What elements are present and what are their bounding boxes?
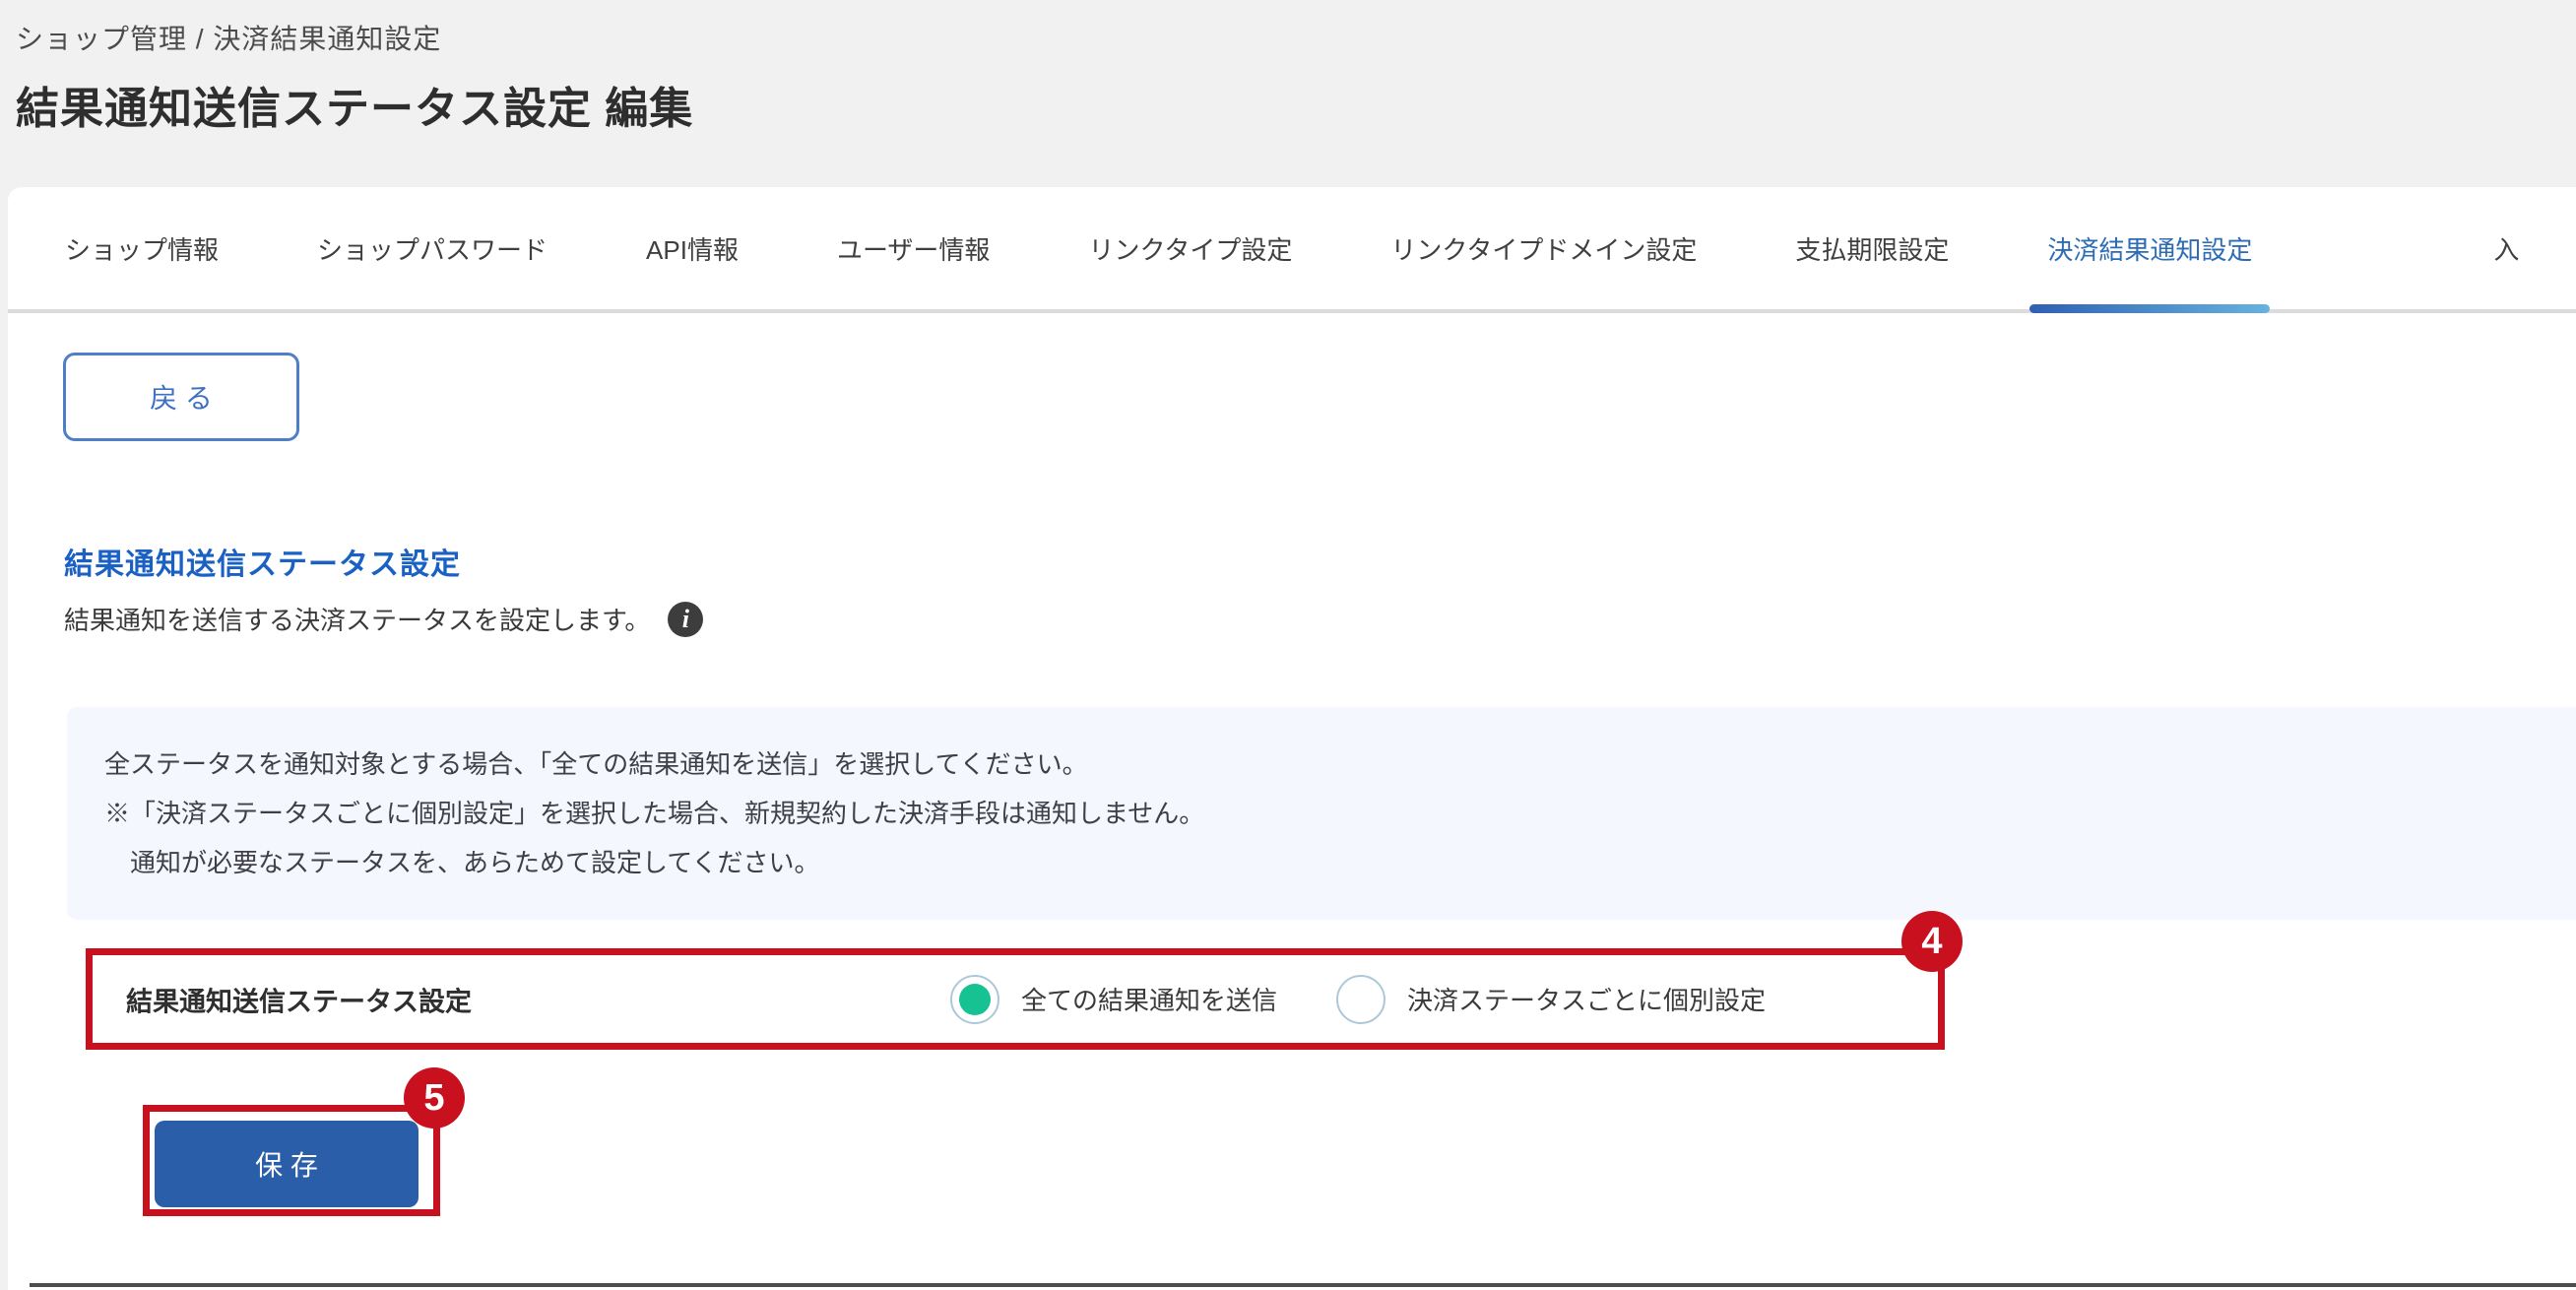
tab-link-type-settings[interactable]: リンクタイプ設定 bbox=[1088, 187, 1292, 309]
status-setting-radio-group: 全ての結果通知を送信 決済ステータスごとに個別設定 bbox=[950, 955, 1766, 1043]
section-title: 結果通知送信ステータス設定 bbox=[64, 540, 461, 583]
content-card: ショップ情報 ショップパスワード API情報 ユーザー情報 リンクタイプ設定 リ… bbox=[8, 187, 2576, 1290]
back-button[interactable]: 戻 る bbox=[63, 353, 299, 441]
radio-option-label: 決済ステータスごとに個別設定 bbox=[1407, 981, 1766, 1017]
notice-box: 全ステータスを通知対象とする場合、「全ての結果通知を送信」を選択してください。 … bbox=[67, 707, 2576, 920]
tab-bar: ショップ情報 ショップパスワード API情報 ユーザー情報 リンクタイプ設定 リ… bbox=[8, 187, 2576, 313]
notice-line: 全ステータスを通知対象とする場合、「全ての結果通知を送信」を選択してください。 bbox=[104, 740, 2562, 789]
tab-link-type-domain-settings[interactable]: リンクタイプドメイン設定 bbox=[1390, 187, 1697, 309]
tab-payment-result-notification-settings[interactable]: 決済結果通知設定 bbox=[2047, 187, 2252, 309]
notice-line: ※「決済ステータスごとに個別設定」を選択した場合、新規契約した決済手段は通知しま… bbox=[104, 789, 2562, 838]
tab-partial-clipped[interactable]: 入 bbox=[2493, 187, 2533, 309]
section-description-text: 結果通知を送信する決済ステータスを設定します。 bbox=[64, 601, 650, 637]
radio-option-send-all-notifications[interactable]: 全ての結果通知を送信 bbox=[950, 975, 1277, 1024]
annotation-badge-4: 4 bbox=[1901, 911, 1963, 972]
notice-line: 通知が必要なステータスを、あらためて設定してください。 bbox=[104, 838, 2562, 887]
radio-option-individual-per-status[interactable]: 決済ステータスごとに個別設定 bbox=[1336, 975, 1766, 1024]
tab-payment-deadline-settings[interactable]: 支払期限設定 bbox=[1795, 187, 1949, 309]
annotation-badge-5: 5 bbox=[404, 1067, 465, 1129]
tab-api-info[interactable]: API情報 bbox=[646, 187, 739, 309]
page-header: ショップ管理 / 決済結果通知設定 結果通知送信ステータス設定 編集 bbox=[16, 18, 693, 136]
info-icon[interactable]: i bbox=[668, 602, 703, 637]
section-description: 結果通知を送信する決済ステータスを設定します。 i bbox=[64, 601, 703, 637]
status-setting-row-label: 結果通知送信ステータス設定 bbox=[126, 980, 472, 1018]
status-setting-row-annotation-frame: 結果通知送信ステータス設定 全ての結果通知を送信 決済ステータスごとに個別設定 bbox=[86, 948, 1945, 1050]
radio-selected-icon[interactable] bbox=[950, 975, 999, 1024]
radio-unselected-icon[interactable] bbox=[1336, 975, 1385, 1024]
tab-shop-info[interactable]: ショップ情報 bbox=[65, 187, 219, 309]
window-bottom-edge bbox=[30, 1283, 2576, 1287]
radio-option-label: 全ての結果通知を送信 bbox=[1021, 981, 1277, 1017]
tab-shop-password[interactable]: ショップパスワード bbox=[317, 187, 547, 309]
tab-user-info[interactable]: ユーザー情報 bbox=[837, 187, 990, 309]
save-button[interactable]: 保 存 bbox=[155, 1121, 419, 1207]
page-title: 結果通知送信ステータス設定 編集 bbox=[16, 73, 693, 136]
breadcrumb[interactable]: ショップ管理 / 決済結果通知設定 bbox=[16, 18, 693, 57]
